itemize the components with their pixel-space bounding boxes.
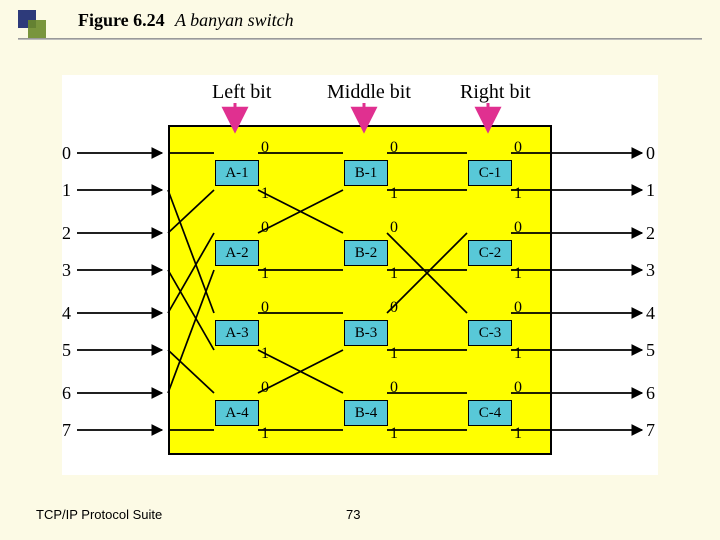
out-port-5: 5 <box>646 340 655 361</box>
b1-out1: 1 <box>390 185 398 203</box>
in-port-4: 4 <box>62 303 71 324</box>
footer-suite: TCP/IP Protocol Suite <box>36 507 162 522</box>
slide: Figure 6.24 A banyan switch Left bit Mid… <box>0 0 720 540</box>
in-port-6: 6 <box>62 383 71 404</box>
a2-out0: 0 <box>261 219 269 237</box>
a4-out0: 0 <box>261 379 269 397</box>
a1-out0: 0 <box>261 139 269 157</box>
in-port-2: 2 <box>62 223 71 244</box>
c3-out0: 0 <box>514 299 522 317</box>
node-c3: C-3 <box>468 320 512 346</box>
out-port-2: 2 <box>646 223 655 244</box>
c4-out1: 1 <box>514 425 522 443</box>
a1-out1: 1 <box>261 185 269 203</box>
out-port-0: 0 <box>646 143 655 164</box>
c4-out0: 0 <box>514 379 522 397</box>
node-c2: C-2 <box>468 240 512 266</box>
node-b1: B-1 <box>344 160 388 186</box>
b2-out1: 1 <box>390 265 398 283</box>
banyan-diagram: Left bit Middle bit Right bit <box>62 75 658 475</box>
in-port-5: 5 <box>62 340 71 361</box>
a3-out0: 0 <box>261 299 269 317</box>
c2-out0: 0 <box>514 219 522 237</box>
out-port-7: 7 <box>646 420 655 441</box>
node-c1: C-1 <box>468 160 512 186</box>
in-port-0: 0 <box>62 143 71 164</box>
footer-page-number: 73 <box>346 507 360 522</box>
b3-out0: 0 <box>390 299 398 317</box>
node-b2: B-2 <box>344 240 388 266</box>
a4-out1: 1 <box>261 425 269 443</box>
node-b3: B-3 <box>344 320 388 346</box>
b4-out1: 1 <box>390 425 398 443</box>
out-port-1: 1 <box>646 180 655 201</box>
c1-out1: 1 <box>514 185 522 203</box>
b3-out1: 1 <box>390 345 398 363</box>
node-b4: B-4 <box>344 400 388 426</box>
node-a3: A-3 <box>215 320 259 346</box>
figure-title: A banyan switch <box>175 10 294 31</box>
out-port-4: 4 <box>646 303 655 324</box>
a2-out1: 1 <box>261 265 269 283</box>
c2-out1: 1 <box>514 265 522 283</box>
c1-out0: 0 <box>514 139 522 157</box>
node-a1: A-1 <box>215 160 259 186</box>
in-port-1: 1 <box>62 180 71 201</box>
a3-out1: 1 <box>261 345 269 363</box>
figure-label: Figure 6.24 <box>78 10 165 31</box>
b1-out0: 0 <box>390 139 398 157</box>
out-port-3: 3 <box>646 260 655 281</box>
b4-out0: 0 <box>390 379 398 397</box>
in-port-7: 7 <box>62 420 71 441</box>
node-c4: C-4 <box>468 400 512 426</box>
in-port-3: 3 <box>62 260 71 281</box>
out-port-6: 6 <box>646 383 655 404</box>
b2-out0: 0 <box>390 219 398 237</box>
node-a2: A-2 <box>215 240 259 266</box>
c3-out1: 1 <box>514 345 522 363</box>
bullet-ornament <box>18 10 48 40</box>
node-a4: A-4 <box>215 400 259 426</box>
title-underline <box>18 38 702 40</box>
